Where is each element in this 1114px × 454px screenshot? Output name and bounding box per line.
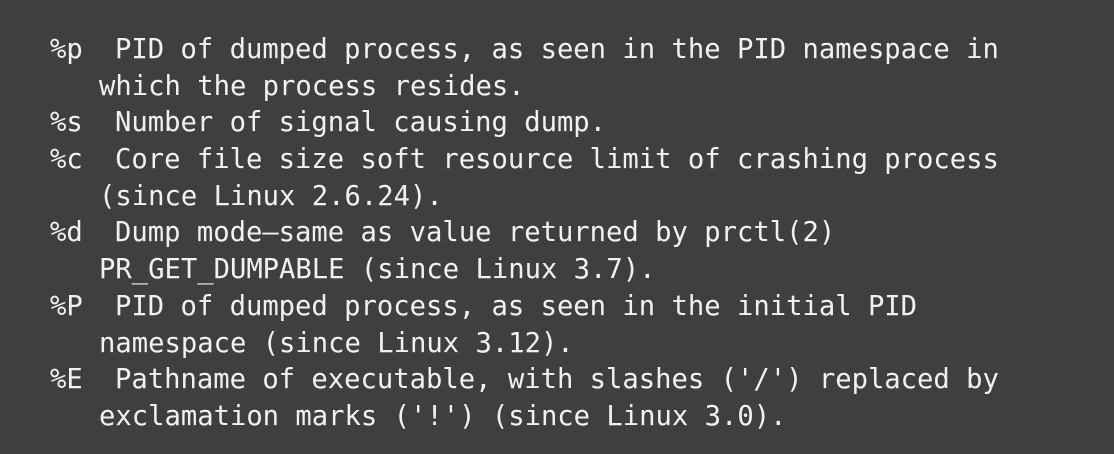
entry-line: %c Core file size soft resource limit of …	[50, 142, 1080, 179]
specifier-description: PID of dumped process, as seen in the PI…	[115, 34, 999, 65]
specifier-entry-P: %P PID of dumped process, as seen in the …	[50, 289, 1080, 362]
specifier-entry-s: %s Number of signal causing dump.	[50, 105, 1080, 142]
entry-line: %d Dump mode—same as value returned by pr…	[50, 215, 1080, 252]
specifier-code: %s	[50, 107, 83, 139]
entry-continuation-line: PR_GET_DUMPABLE (since Linux 3.7).	[99, 254, 656, 286]
specifier-description: Core file size soft resource limit of cr…	[115, 144, 999, 176]
man-page-text: %p PID of dumped process, as seen in the …	[50, 32, 1080, 436]
specifier-description: Pathname of executable, with slashes ('/…	[115, 364, 999, 396]
specifier-code: %E	[50, 364, 83, 396]
specifier-code: %P	[50, 290, 83, 322]
specifier-description: Number of signal causing dump.	[115, 107, 607, 139]
entry-line: %P PID of dumped process, as seen in the …	[50, 289, 1080, 326]
entry-line: %E Pathname of executable, with slashes (…	[50, 362, 1080, 399]
entry-line: %p PID of dumped process, as seen in the …	[50, 32, 1080, 69]
terminal-window: %p PID of dumped process, as seen in the …	[0, 0, 1114, 454]
specifier-entry-d: %d Dump mode—same as value returned by pr…	[50, 215, 1080, 288]
entry-continuation-line: exclamation marks ('!') (since Linux 3.0…	[99, 400, 787, 432]
specifier-code: %p	[50, 34, 83, 65]
specifier-entry-p: %p PID of dumped process, as seen in the …	[50, 32, 1080, 105]
entry-line: %s Number of signal causing dump.	[50, 105, 1080, 142]
specifier-entry-E: %E Pathname of executable, with slashes (…	[50, 362, 1080, 435]
entry-continuation-line: namespace (since Linux 3.12).	[99, 327, 574, 359]
specifier-description: PID of dumped process, as seen in the in…	[115, 290, 918, 322]
specifier-code: %d	[50, 217, 83, 249]
entry-continuation-line: (since Linux 2.6.24).	[99, 180, 443, 212]
specifier-entry-c: %c Core file size soft resource limit of …	[50, 142, 1080, 215]
specifier-code: %c	[50, 144, 83, 176]
entry-continuation-line: which the process resides.	[99, 70, 525, 102]
specifier-description: Dump mode—same as value returned by prct…	[115, 217, 836, 249]
